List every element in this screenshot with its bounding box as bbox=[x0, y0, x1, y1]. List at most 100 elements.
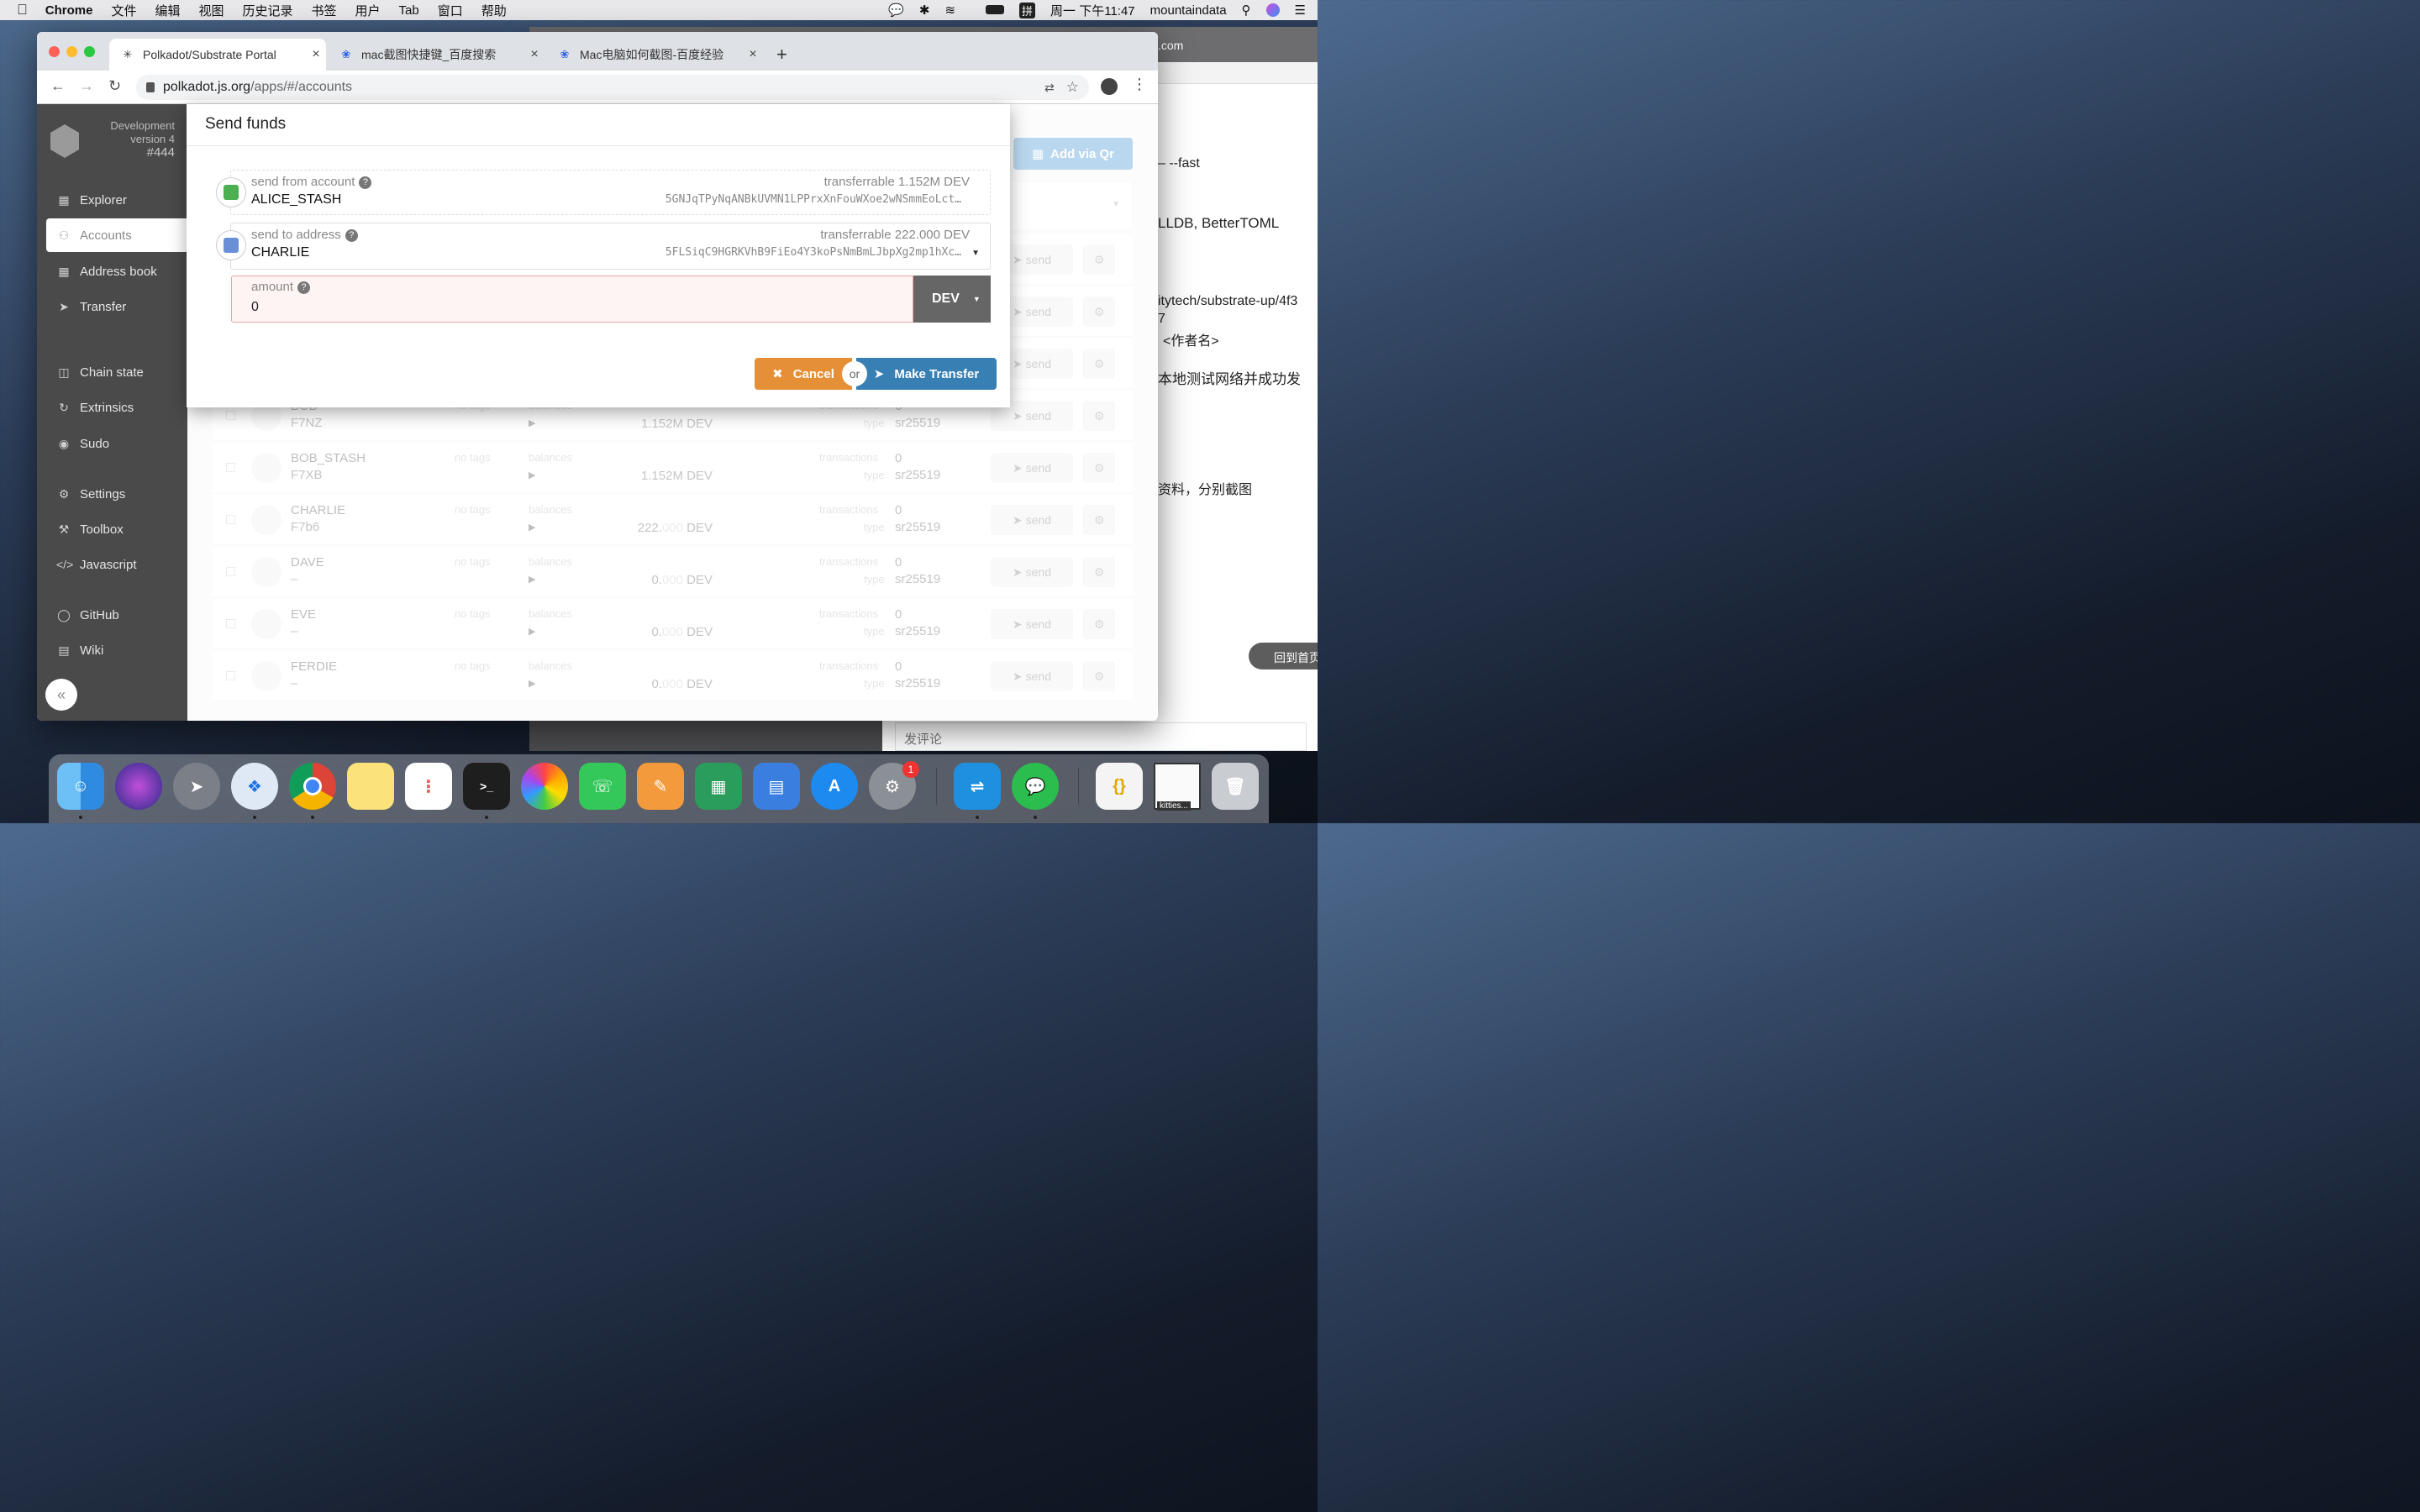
article-line: 本地测试网络并成功发 bbox=[1158, 371, 1301, 387]
back-icon[interactable]: ← bbox=[50, 77, 66, 95]
chain-name: Development bbox=[110, 119, 175, 132]
sidebar-item-settings[interactable]: ⚙ Settings bbox=[46, 477, 187, 511]
help-icon[interactable]: ? bbox=[297, 281, 311, 294]
siri-icon[interactable] bbox=[115, 763, 162, 810]
add-via-qr-button[interactable]: ▦ Add via Qr bbox=[1013, 138, 1133, 170]
tab-polkadot[interactable]: ✳ Polkadot/Substrate Portal × bbox=[109, 39, 326, 71]
chrome-dock-icon[interactable] bbox=[289, 763, 336, 810]
forward-icon[interactable]: → bbox=[79, 77, 94, 95]
reminders-icon[interactable]: ⋮ bbox=[405, 763, 452, 810]
menu-file[interactable]: 文件 bbox=[102, 2, 145, 19]
zoom-window-button[interactable] bbox=[84, 46, 95, 57]
close-tab-icon[interactable]: × bbox=[743, 47, 763, 62]
unit-dropdown[interactable]: DEV ▼ bbox=[913, 276, 991, 323]
menu-app-name[interactable]: Chrome bbox=[36, 3, 103, 18]
sidebar-item-sudo[interactable]: ◉ Sudo bbox=[46, 427, 187, 460]
close-tab-icon[interactable]: × bbox=[524, 47, 544, 62]
finder-icon[interactable]: ☺ bbox=[57, 763, 104, 810]
pages-icon[interactable]: ✎ bbox=[637, 763, 684, 810]
sidebar-item-accounts[interactable]: ⚇ Accounts bbox=[46, 218, 187, 252]
siri-icon[interactable] bbox=[1265, 3, 1280, 17]
article-line: itytech/substrate-up/4f3 bbox=[1158, 294, 1298, 308]
notification-center-icon[interactable]: ☰ bbox=[1295, 3, 1306, 18]
help-icon[interactable]: ? bbox=[359, 176, 372, 189]
minimize-window-button[interactable] bbox=[66, 46, 77, 57]
photos-icon[interactable] bbox=[521, 763, 568, 810]
close-tab-icon[interactable]: × bbox=[306, 47, 326, 62]
trash-icon[interactable]: 🗑 bbox=[1212, 763, 1259, 810]
menu-history[interactable]: 历史记录 bbox=[233, 2, 302, 19]
app-store-icon[interactable]: A bbox=[811, 763, 858, 810]
make-transfer-button[interactable]: ➤ Make Transfer bbox=[856, 358, 997, 390]
code-icon: </> bbox=[56, 558, 74, 571]
users-icon: ⚇ bbox=[58, 228, 70, 242]
sidebar-item-address-book[interactable]: ▦ Address book bbox=[46, 255, 187, 288]
identicon-pattern bbox=[224, 238, 239, 253]
chrome-menu-icon[interactable]: ⋮ bbox=[1132, 76, 1147, 93]
wechat-icon[interactable]: 💬 bbox=[1012, 763, 1059, 810]
menu-bookmarks[interactable]: 书签 bbox=[302, 2, 346, 19]
kitties-file-icon[interactable]: kitties... bbox=[1154, 763, 1201, 811]
clock[interactable]: 周一 下午11:47 bbox=[1050, 2, 1135, 19]
wechat-status-icon[interactable]: 💬 bbox=[888, 3, 904, 18]
sidebar-item-github[interactable]: ◯ GitHub bbox=[46, 598, 187, 632]
help-icon[interactable]: ? bbox=[345, 229, 358, 242]
vscode-icon[interactable]: ⇌ bbox=[954, 763, 1001, 810]
menu-people[interactable]: 用户 bbox=[346, 2, 390, 19]
launchpad-icon[interactable]: ➤ bbox=[173, 763, 220, 810]
qr-icon: ▦ bbox=[1031, 147, 1044, 161]
sidebar-item-explorer[interactable]: ▦ Explorer bbox=[46, 183, 187, 217]
sidebar-item-wiki[interactable]: ▤ Wiki bbox=[46, 633, 187, 667]
article-line: LLDB, BetterTOML bbox=[1158, 215, 1280, 231]
sidebar-item-toolbox[interactable]: ⚒ Toolbox bbox=[46, 512, 187, 546]
amount-input[interactable]: amount? 0 bbox=[231, 276, 913, 323]
baidu-paw-icon: ❀ bbox=[560, 48, 570, 60]
url-host: polkadot.js.org bbox=[163, 80, 251, 94]
sidebar-item-javascript[interactable]: </> Javascript bbox=[46, 548, 187, 581]
collapse-sidebar-button[interactable]: « bbox=[45, 679, 77, 711]
to-label-text: send to address bbox=[251, 228, 341, 242]
bluetooth-icon[interactable]: ✱ bbox=[919, 3, 930, 18]
input-method-icon[interactable]: 拼 bbox=[1019, 2, 1036, 18]
spotlight-icon[interactable]: ⚲ bbox=[1242, 3, 1251, 18]
sidebar-item-chain-state[interactable]: ◫ Chain state bbox=[46, 355, 187, 389]
apple-icon[interactable]:  bbox=[0, 2, 36, 18]
back-to-home-button[interactable]: 回到首页 bbox=[1249, 643, 1318, 669]
lock-icon[interactable] bbox=[146, 82, 155, 92]
tab-baidu-search[interactable]: ❀ mac截图快捷键_百度搜索 × bbox=[328, 39, 544, 71]
facetime-icon[interactable]: ☏ bbox=[579, 763, 626, 810]
json-file-icon[interactable]: {} bbox=[1096, 763, 1143, 810]
reload-icon[interactable]: ↻ bbox=[108, 77, 121, 95]
menu-tab[interactable]: Tab bbox=[390, 3, 429, 18]
cancel-button[interactable]: ✖ Cancel bbox=[755, 358, 852, 390]
translate-icon[interactable]: ⇄ bbox=[1044, 81, 1055, 95]
new-tab-button[interactable]: + bbox=[776, 44, 787, 66]
menu-window[interactable]: 窗口 bbox=[429, 2, 472, 19]
comment-input[interactable]: 发评论 bbox=[895, 722, 1307, 751]
profile-avatar-icon[interactable] bbox=[1101, 78, 1118, 95]
numbers-icon[interactable]: ▦ bbox=[695, 763, 742, 810]
send-to-address-field[interactable]: send to address? CHARLIE transferrable 2… bbox=[216, 223, 991, 270]
macos-dock: ☺ ➤ ❖ ⋮ >_ ☏ ✎ ▦ ▤ A ⚙ 1 ⇌ 💬 {} kitties.… bbox=[49, 754, 1269, 823]
bookmark-star-icon[interactable]: ☆ bbox=[1066, 79, 1079, 96]
address-bar[interactable]: polkadot.js.org/apps/#/accounts ⇄ ☆ bbox=[136, 75, 1089, 100]
to-address: 5FLSiqC9HGRKVhB9FiEo4Y3koPsNmBmLJbpXg2mp… bbox=[665, 246, 961, 259]
unit-label: DEV bbox=[932, 291, 960, 306]
terminal-icon[interactable]: >_ bbox=[463, 763, 510, 810]
menu-help[interactable]: 帮助 bbox=[472, 2, 516, 19]
sidebar-item-label: Accounts bbox=[80, 228, 132, 243]
menu-edit[interactable]: 编辑 bbox=[145, 2, 189, 19]
close-window-button[interactable] bbox=[49, 46, 60, 57]
sidebar-item-extrinsics[interactable]: ↻ Extrinsics bbox=[46, 391, 187, 424]
battery-icon[interactable] bbox=[971, 3, 1005, 18]
dropdown-caret-icon[interactable]: ▼ bbox=[971, 249, 980, 258]
keynote-icon[interactable]: ▤ bbox=[753, 763, 800, 810]
safari-icon[interactable]: ❖ bbox=[231, 763, 278, 810]
sidebar-item-transfer[interactable]: ➤ Transfer bbox=[46, 290, 187, 323]
menu-view[interactable]: 视图 bbox=[189, 2, 233, 19]
username[interactable]: mountaindata bbox=[1150, 3, 1227, 18]
tab-baidu-jingyan[interactable]: ❀ Mac电脑如何截图-百度经验 × bbox=[546, 39, 763, 71]
wifi-icon[interactable]: ≋ bbox=[944, 3, 955, 18]
cancel-label: Cancel bbox=[792, 366, 834, 381]
notes-icon[interactable] bbox=[347, 763, 394, 810]
